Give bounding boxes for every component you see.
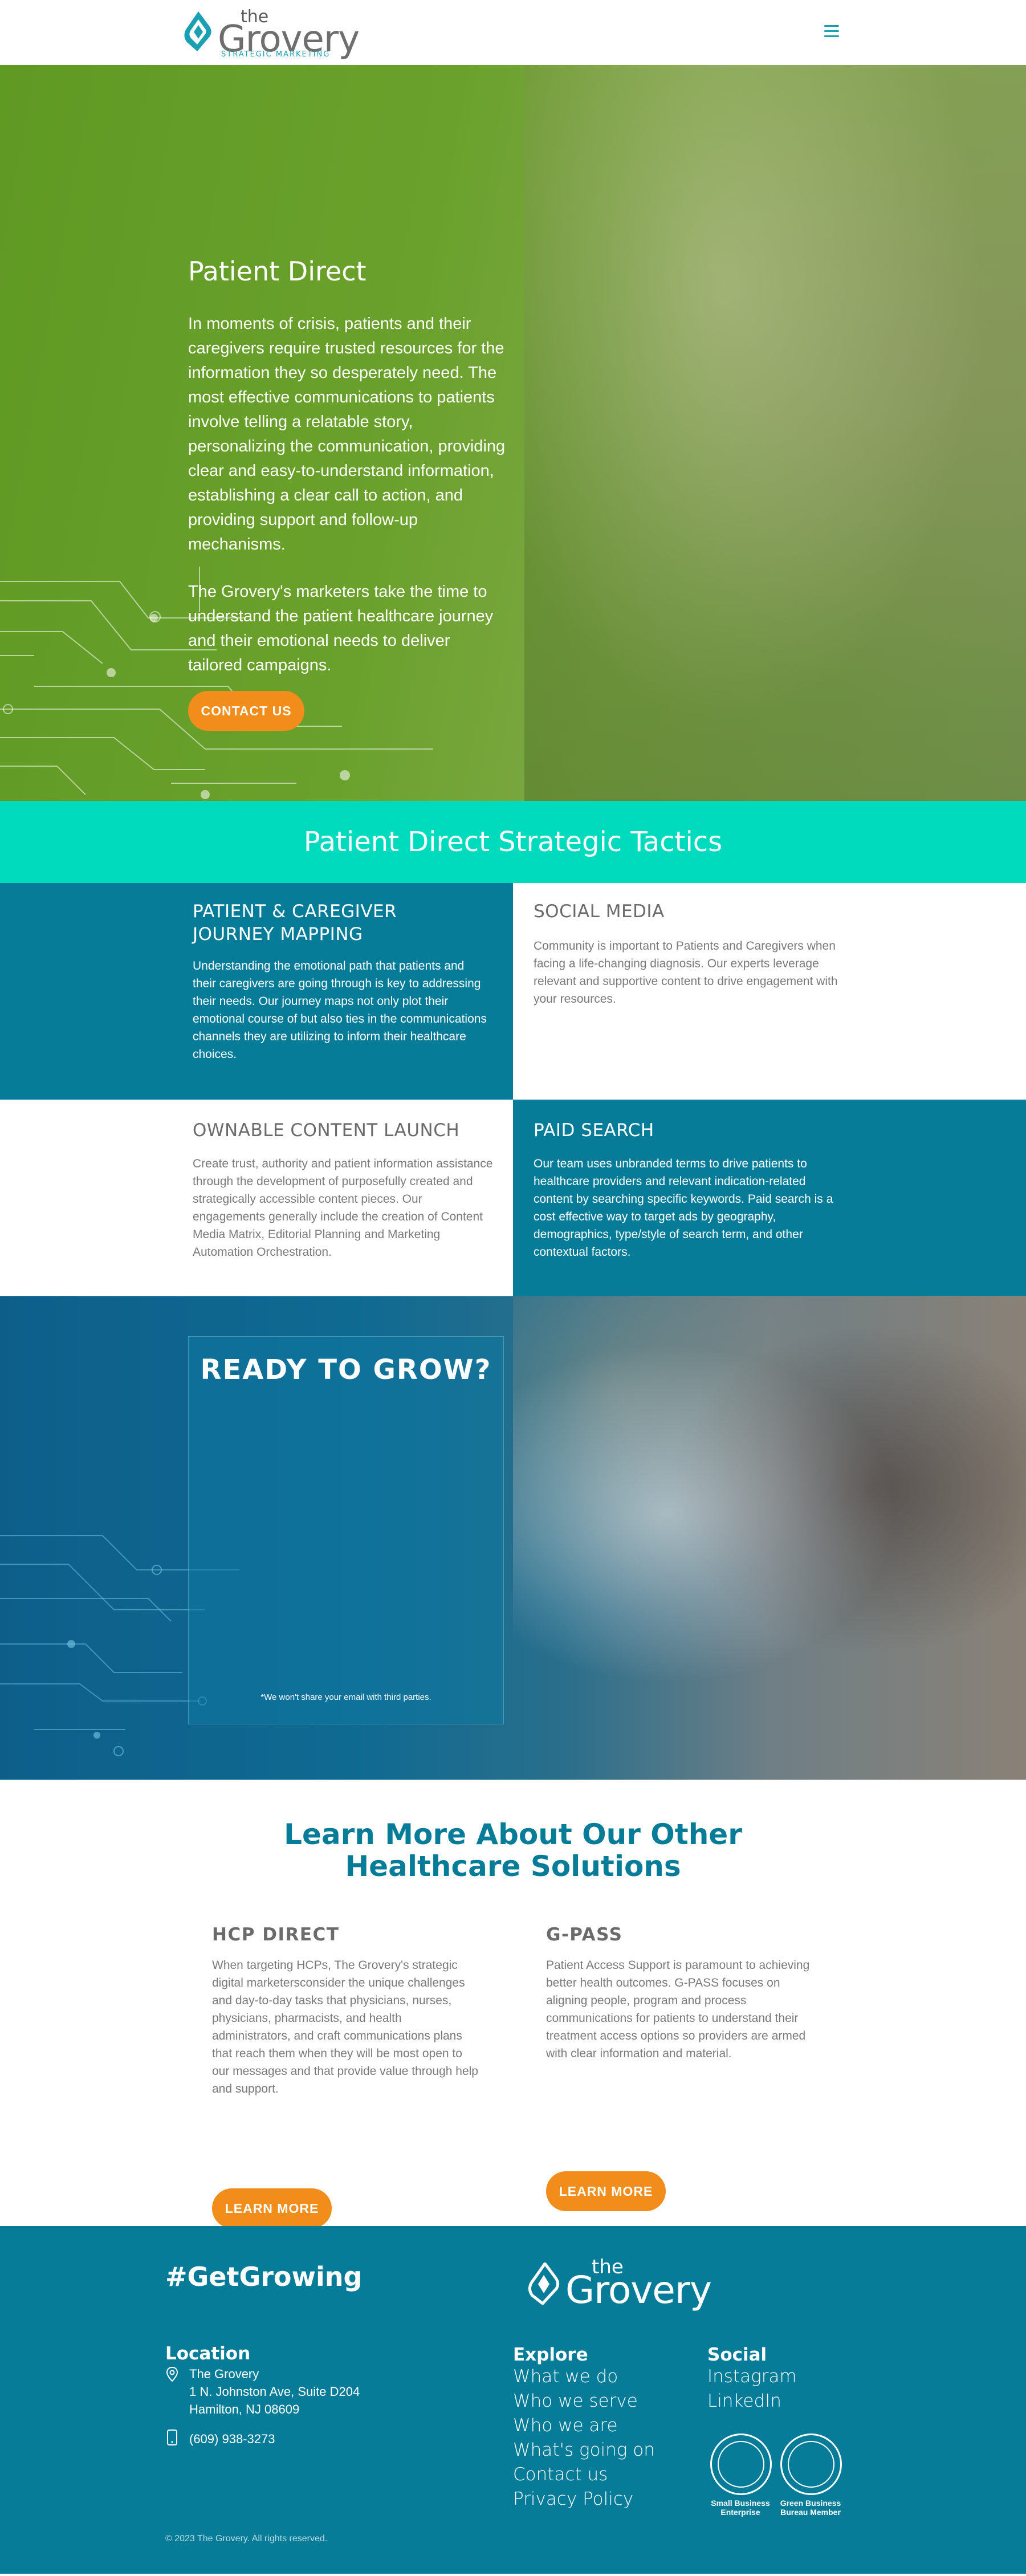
solution-body: Patient Access Support is paramount to a… bbox=[546, 1959, 810, 2060]
ready-to-grow-section: READY TO GROW? *We won't share your emai… bbox=[0, 1296, 1026, 1780]
tactic-body: Community is important to Patients and C… bbox=[534, 939, 838, 1006]
hero-paragraph-2: The Grovery's marketers take the time to… bbox=[188, 583, 494, 674]
solution-title: HCP DIRECT bbox=[212, 1924, 340, 1945]
copyright: © 2023 The Grovery. All rights reserved. bbox=[165, 2534, 328, 2544]
hero-paragraph-1: In moments of crisis, patients and their… bbox=[188, 315, 506, 554]
phone-icon bbox=[167, 2430, 177, 2445]
badge-caption: Small Business Enterprise bbox=[711, 2498, 770, 2517]
location-heading: Location bbox=[165, 2343, 251, 2364]
location-address-1: 1 N. Johnston Ave, Suite D204 bbox=[189, 2384, 360, 2399]
hero-title: Patient Direct bbox=[188, 256, 367, 287]
solution-body: When targeting HCPs, The Grovery's strat… bbox=[212, 1959, 478, 2095]
footer-link-who-we-serve[interactable]: Who we serve bbox=[513, 2391, 638, 2411]
footer-link-privacy-policy[interactable]: Privacy Policy bbox=[513, 2489, 633, 2509]
solution-g-pass: G-PASS Patient Access Support is paramou… bbox=[546, 1924, 814, 2211]
hamburger-menu-icon[interactable] bbox=[821, 22, 842, 43]
location-phone[interactable]: (609) 938-3273 bbox=[189, 2430, 275, 2448]
contact-us-button[interactable]: CONTACT US bbox=[188, 691, 304, 731]
footer-link-who-we-are[interactable]: Who we are bbox=[513, 2415, 618, 2436]
learn-more-heading: Learn More About Our Other Healthcare So… bbox=[0, 1818, 1026, 1882]
learn-more-heading-line-2: Healthcare Solutions bbox=[345, 1850, 681, 1883]
solution-title: G-PASS bbox=[546, 1924, 623, 1945]
tactic-title: SOCIAL MEDIA bbox=[534, 901, 665, 922]
hashtag: #GetGrowing bbox=[165, 2261, 363, 2292]
learn-more-section: Learn More About Our Other Healthcare So… bbox=[0, 1780, 1026, 2228]
logo-tagline: STRATEGIC MARKETING bbox=[221, 50, 331, 59]
tactics-grid: PATIENT & CAREGIVER JOURNEY MAPPING Unde… bbox=[0, 883, 1026, 1296]
footer-logo-wordmark: Grovery bbox=[565, 2268, 712, 2312]
tactic-card-social-media: SOCIAL MEDIA Community is important to P… bbox=[513, 883, 1026, 1100]
grovery-logo[interactable]: the Grovery STRATEGIC MARKETING bbox=[181, 7, 360, 60]
privacy-note: *We won't share your email with third pa… bbox=[260, 1692, 431, 1702]
footer-link-whats-going-on[interactable]: What's going on bbox=[513, 2440, 655, 2460]
explore-heading: Explore bbox=[513, 2345, 588, 2365]
ready-title: READY TO GROW? bbox=[200, 1354, 492, 1386]
footer-link-contact-us[interactable]: Contact us bbox=[513, 2464, 608, 2485]
instagram-link[interactable]: Instagram bbox=[707, 2366, 797, 2387]
hero-section: Patient Direct In moments of crisis, pat… bbox=[0, 65, 1026, 801]
tactic-body: Our team uses unbranded terms to drive p… bbox=[534, 1157, 833, 1259]
small-business-badge-icon bbox=[710, 2433, 772, 2495]
tactic-body: Understanding the emotional path that pa… bbox=[193, 959, 487, 1061]
learn-more-heading-line-1: Learn More About Our Other bbox=[284, 1818, 742, 1851]
footer-link-what-we-do[interactable]: What we do bbox=[513, 2366, 618, 2387]
social-heading: Social bbox=[707, 2345, 767, 2365]
site-header: the Grovery STRATEGIC MARKETING bbox=[0, 0, 1026, 65]
learn-more-button[interactable]: LEARN MORE bbox=[212, 2188, 332, 2228]
tactic-body: Create trust, authority and patient info… bbox=[193, 1157, 493, 1259]
signup-form-panel: READY TO GROW? *We won't share your emai… bbox=[188, 1336, 504, 1724]
solution-hcp-direct: HCP DIRECT When targeting HCPs, The Grov… bbox=[212, 1924, 480, 2228]
tactic-card-paid-search: PAID SEARCH Our team uses unbranded term… bbox=[513, 1100, 1026, 1296]
learn-more-button[interactable]: LEARN MORE bbox=[546, 2171, 666, 2211]
green-business-badge-icon bbox=[780, 2433, 842, 2495]
map-pin-icon bbox=[166, 2366, 178, 2382]
leaf-logo-icon bbox=[184, 11, 211, 51]
tactic-card-journey-mapping: PATIENT & CAREGIVER JOURNEY MAPPING Unde… bbox=[0, 883, 513, 1100]
footer-logo[interactable]: the Grovery bbox=[526, 2256, 712, 2312]
hero-photo bbox=[524, 65, 1026, 801]
tactic-card-ownable-content: OWNABLE CONTENT LAUNCH Create trust, aut… bbox=[0, 1100, 513, 1296]
location-name: The Grovery bbox=[189, 2367, 259, 2381]
linkedin-link[interactable]: LinkedIn bbox=[707, 2391, 781, 2411]
badge-caption: Green Business Bureau Member bbox=[780, 2498, 841, 2517]
tactic-title: OWNABLE CONTENT LAUNCH bbox=[193, 1120, 460, 1141]
team-photo bbox=[513, 1296, 1026, 1780]
tactics-heading: Patient Direct Strategic Tactics bbox=[0, 801, 1026, 883]
leaf-logo-icon bbox=[528, 2262, 560, 2305]
tactic-title: PAID SEARCH bbox=[534, 1120, 654, 1141]
location-address-2: Hamilton, NJ 08609 bbox=[189, 2402, 300, 2416]
tactic-title: PATIENT & CAREGIVER JOURNEY MAPPING bbox=[193, 901, 397, 945]
site-footer: #GetGrowing the Grovery Location The Gro… bbox=[0, 2226, 1026, 2574]
